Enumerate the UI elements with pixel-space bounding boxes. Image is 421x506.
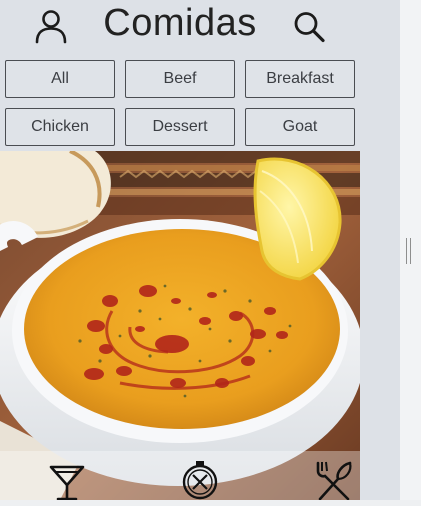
search-button[interactable] (290, 9, 328, 45)
app-screen: Comidas All Beef Breakfast Chicken Desse… (0, 0, 400, 500)
drinks-nav-button[interactable] (48, 459, 86, 500)
bottom-edge (0, 500, 421, 506)
search-icon (294, 12, 325, 43)
app-header: Comidas (0, 0, 360, 50)
category-dessert-button[interactable]: Dessert (125, 108, 235, 146)
cocktail-icon (49, 465, 85, 500)
category-beef-button[interactable]: Beef (125, 60, 235, 98)
category-chicken-button[interactable]: Chicken (5, 108, 115, 146)
category-breakfast-button[interactable]: Breakfast (245, 60, 355, 98)
user-icon (35, 10, 67, 44)
explore-nav-button[interactable] (180, 459, 220, 500)
meals-nav-button[interactable] (314, 459, 354, 500)
fork-knife-icon (316, 461, 352, 500)
profile-button[interactable] (33, 9, 69, 45)
scrollbar-grip[interactable] (406, 238, 413, 264)
lentil-soup-photo (0, 151, 360, 500)
category-all-button[interactable]: All (5, 60, 115, 98)
featured-recipe-card[interactable] (0, 151, 360, 500)
compass-icon (182, 461, 218, 500)
category-goat-button[interactable]: Goat (245, 108, 355, 146)
